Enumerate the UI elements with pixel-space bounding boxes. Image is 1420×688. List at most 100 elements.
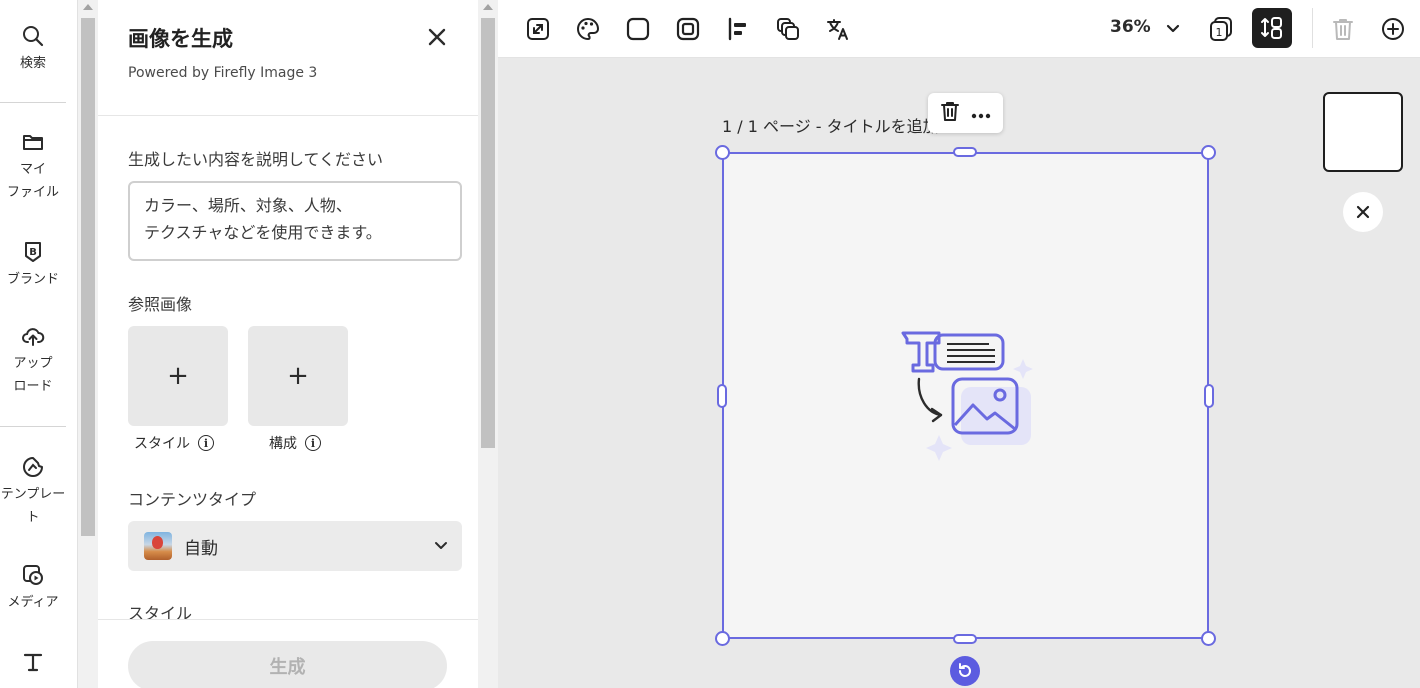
rail-item-media[interactable]: メディア bbox=[0, 563, 66, 614]
composition-caption-text: 構成 bbox=[269, 436, 297, 452]
left-rail: 検索 マイ ファイル B ブランド アップ ロード テンプレー ト メディア bbox=[0, 0, 78, 688]
chevron-down-icon bbox=[435, 542, 447, 549]
trash-icon bbox=[1333, 19, 1353, 40]
rail-item-brand[interactable]: B ブランド bbox=[0, 240, 66, 291]
border-icon bbox=[676, 17, 700, 41]
zoom-dropdown-button[interactable] bbox=[1158, 14, 1188, 44]
rail-item-label: マイ ファイル bbox=[6, 162, 59, 200]
rail-item-label: メディア bbox=[7, 595, 59, 610]
align-left-icon bbox=[728, 17, 746, 41]
folder-icon bbox=[21, 130, 45, 154]
arrange-button[interactable] bbox=[773, 14, 803, 44]
scrollbar-thumb[interactable] bbox=[481, 18, 495, 448]
content-type-value: 自動 bbox=[184, 538, 218, 559]
style-reference-upload-button[interactable]: + bbox=[128, 326, 228, 426]
rail-item-templates[interactable]: テンプレー ト bbox=[0, 455, 66, 529]
info-icon[interactable]: i bbox=[305, 435, 321, 451]
text-icon bbox=[21, 650, 45, 674]
panel-footer: 生成 bbox=[98, 619, 478, 688]
rail-item-myfiles[interactable]: マイ ファイル bbox=[0, 130, 66, 204]
scroll-up-arrow-icon[interactable] bbox=[483, 4, 493, 10]
rail-item-label: テンプレー ト bbox=[0, 487, 66, 525]
composition-reference-caption: 構成 i bbox=[269, 433, 321, 453]
more-options-button[interactable] bbox=[971, 104, 991, 123]
page-count: 1 bbox=[1216, 26, 1223, 39]
palette-icon bbox=[577, 17, 600, 41]
style-reference-caption: スタイル i bbox=[134, 433, 214, 453]
template-icon bbox=[21, 455, 45, 479]
upload-cloud-icon bbox=[21, 324, 45, 348]
rotate-icon bbox=[959, 663, 971, 677]
search-icon bbox=[21, 24, 45, 48]
reference-images-label: 参照画像 bbox=[128, 295, 193, 314]
pages-button[interactable]: 1 bbox=[1206, 14, 1236, 44]
more-horizontal-icon bbox=[972, 113, 991, 118]
resize-handle-bottom[interactable] bbox=[953, 634, 977, 644]
brand-icon: B bbox=[21, 240, 45, 264]
resize-button[interactable] bbox=[523, 14, 553, 44]
resize-handle-top-left[interactable] bbox=[715, 145, 730, 160]
content-type-label: コンテンツタイプ bbox=[128, 490, 257, 509]
rail-item-upload[interactable]: アップ ロード bbox=[0, 324, 66, 398]
prompt-label: 生成したい内容を説明してください bbox=[128, 150, 384, 169]
delete-page-button[interactable] bbox=[940, 100, 960, 126]
translate-icon bbox=[827, 19, 848, 40]
generate-button[interactable]: 生成 bbox=[128, 641, 447, 688]
prompt-textarea[interactable]: カラー、場所、対象、人物、 テクスチャなどを使用できます。 bbox=[128, 181, 462, 261]
page-context-toolbar bbox=[928, 93, 1003, 133]
scrollbar-thumb[interactable] bbox=[81, 18, 95, 536]
align-button[interactable] bbox=[723, 14, 753, 44]
close-icon bbox=[1356, 205, 1370, 219]
resize-handle-bottom-left[interactable] bbox=[715, 631, 730, 646]
rail-divider bbox=[0, 102, 66, 103]
panel-scrollbar[interactable] bbox=[478, 0, 498, 688]
pages-icon: 1 bbox=[1210, 17, 1232, 41]
page-title[interactable]: 1 / 1 ページ - タイトルを追加 bbox=[722, 113, 939, 137]
border-button[interactable] bbox=[673, 14, 703, 44]
delete-button[interactable] bbox=[1328, 14, 1358, 44]
plus-circle-icon bbox=[1382, 18, 1404, 40]
layers-icon bbox=[777, 18, 799, 40]
shape-button[interactable] bbox=[623, 14, 653, 44]
content-type-thumbnail bbox=[144, 532, 172, 560]
prompt-placeholder: カラー、場所、対象、人物、 テクスチャなどを使用できます。 bbox=[144, 196, 382, 242]
content-type-select[interactable]: 自動 bbox=[128, 521, 462, 571]
rotate-handle[interactable] bbox=[950, 656, 980, 686]
resize-handle-top-right[interactable] bbox=[1201, 145, 1216, 160]
rail-item-text[interactable] bbox=[0, 650, 66, 678]
close-thumbnails-button[interactable] bbox=[1343, 192, 1383, 232]
trash-icon bbox=[940, 102, 959, 121]
resize-handle-top[interactable] bbox=[953, 147, 977, 157]
translate-button[interactable] bbox=[823, 14, 853, 44]
generate-image-panel: 画像を生成 Powered by Firefly Image 3 生成したい内容… bbox=[98, 0, 478, 688]
page-thumbnail[interactable] bbox=[1323, 92, 1403, 172]
resize-icon bbox=[527, 18, 549, 40]
resize-handle-left[interactable] bbox=[717, 384, 727, 408]
scroll-up-arrow-icon[interactable] bbox=[83, 4, 93, 10]
plus-icon: + bbox=[287, 361, 309, 391]
rail-scrollbar[interactable] bbox=[78, 0, 98, 688]
close-panel-button[interactable] bbox=[424, 24, 450, 50]
composition-reference-upload-button[interactable]: + bbox=[248, 326, 348, 426]
toolbar-separator bbox=[1312, 8, 1313, 48]
rail-item-search[interactable]: 検索 bbox=[0, 24, 66, 75]
canvas-page[interactable] bbox=[722, 152, 1209, 639]
svg-text:B: B bbox=[29, 247, 37, 258]
info-icon[interactable]: i bbox=[198, 435, 214, 451]
panel-subtitle: Powered by Firefly Image 3 bbox=[128, 65, 318, 81]
resize-handle-right[interactable] bbox=[1204, 384, 1214, 408]
rail-divider bbox=[0, 426, 66, 427]
top-toolbar: 36% 1 bbox=[498, 0, 1420, 58]
color-palette-button[interactable] bbox=[573, 14, 603, 44]
panel-title: 画像を生成 bbox=[128, 27, 233, 51]
add-page-button[interactable] bbox=[1378, 14, 1408, 44]
style-caption-text: スタイル bbox=[134, 436, 190, 452]
rounded-square-icon bbox=[626, 17, 650, 41]
rail-item-label: アップ ロード bbox=[13, 356, 53, 394]
swap-vertical-icon bbox=[1261, 17, 1282, 39]
zoom-level[interactable]: 36% bbox=[1110, 17, 1151, 37]
rail-item-label: 検索 bbox=[19, 56, 46, 71]
resize-handle-bottom-right[interactable] bbox=[1201, 631, 1216, 646]
reorder-button[interactable] bbox=[1252, 8, 1292, 48]
chevron-down-icon bbox=[1166, 24, 1180, 33]
